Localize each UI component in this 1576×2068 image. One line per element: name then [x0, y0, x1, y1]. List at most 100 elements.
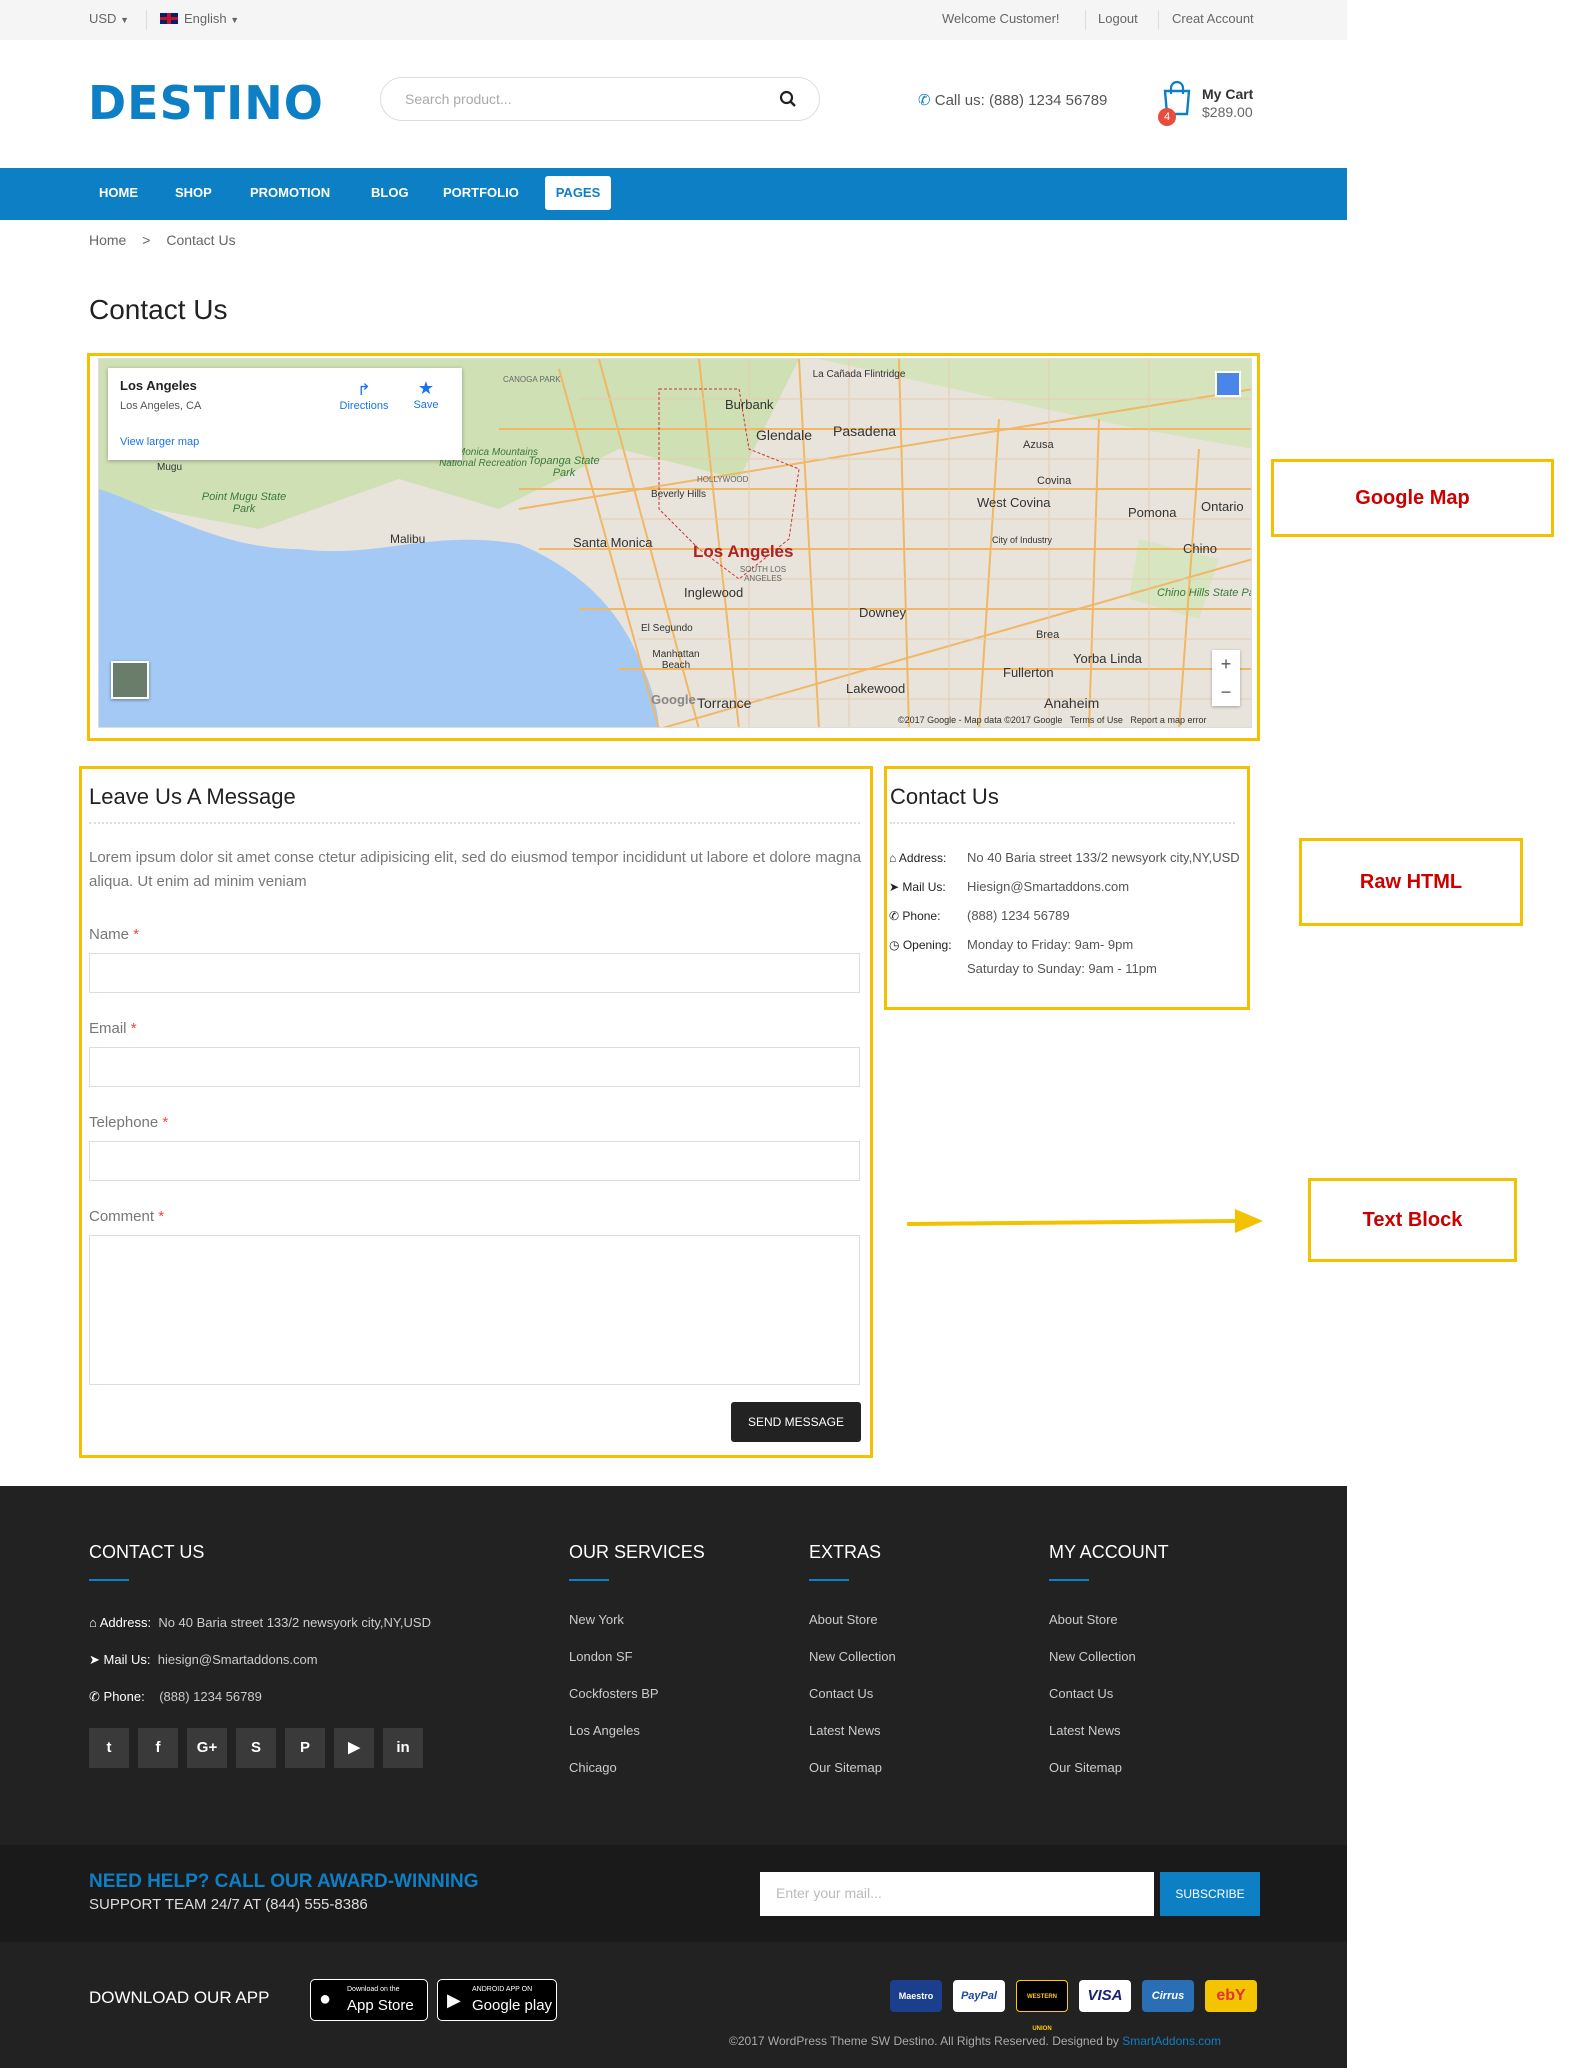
breadcrumb: Home > Contact Us	[89, 232, 236, 248]
paypal-card-icon: PayPal	[953, 1980, 1005, 2012]
phone-icon: ✆	[889, 909, 900, 923]
maestro-card-icon: Maestro	[890, 1980, 942, 2012]
phone-icon: ✆	[918, 92, 931, 109]
footer-address: ⌂ Address: No 40 Baria street 133/2 news…	[89, 1615, 431, 1630]
footer-link[interactable]: Latest News	[809, 1723, 881, 1738]
footer-mail: ➤ Mail Us: hiesign@Smartaddons.com	[89, 1652, 318, 1667]
telephone-label: Telephone *	[89, 1114, 169, 1131]
send-icon: ➤	[889, 880, 900, 894]
footer-link[interactable]: Contact Us	[809, 1686, 873, 1701]
help-heading: NEED HELP? CALL OUR AWARD-WINNING	[89, 1871, 479, 1892]
help-subheading: SUPPORT TEAM 24/7 AT (844) 555-8386	[89, 1896, 368, 1913]
linkedin-icon[interactable]: in	[383, 1728, 423, 1768]
email-field[interactable]	[89, 1047, 860, 1087]
footer-link[interactable]: About Store	[1049, 1612, 1118, 1627]
contact-phone: ✆ Phone: (888) 1234 56789	[889, 908, 1070, 923]
send-icon: ➤	[89, 1652, 100, 1667]
footer-link[interactable]: Cockfosters BP	[569, 1686, 659, 1701]
nav-home[interactable]: HOME	[99, 185, 138, 200]
telephone-field[interactable]	[89, 1141, 860, 1181]
footer-phone: ✆ Phone: (888) 1234 56789	[89, 1689, 262, 1704]
visa-card-icon: VISA	[1079, 1980, 1131, 2012]
send-message-button[interactable]: SEND MESSAGE	[731, 1402, 861, 1442]
page-title: Contact Us	[89, 294, 228, 325]
footer-link[interactable]: Latest News	[1049, 1723, 1121, 1738]
phone-icon: ✆	[89, 1689, 100, 1704]
name-field[interactable]	[89, 953, 860, 993]
comment-textarea[interactable]	[89, 1235, 860, 1385]
footer-link[interactable]: Our Sitemap	[809, 1760, 882, 1775]
annotation-text-block: Text Block	[1308, 1178, 1517, 1262]
annotation-arrow-icon	[906, 1209, 1263, 1233]
contact-mail: ➤ Mail Us: Hiesign@Smartaddons.com	[889, 879, 1130, 894]
email-label: Email *	[89, 1020, 137, 1037]
uk-flag-icon	[160, 13, 178, 24]
annotation-box-map	[87, 353, 1260, 741]
breadcrumb-current: Contact Us	[166, 232, 236, 248]
nav-shop[interactable]: SHOP	[175, 185, 212, 200]
ebay-card-icon: ebY	[1205, 1980, 1257, 2012]
page: USD ▼ English ▼ Welcome Customer! Logout…	[0, 0, 1347, 2068]
nav-portfolio[interactable]: PORTFOLIO	[443, 185, 519, 200]
cart-label[interactable]: My Cart	[1202, 86, 1253, 102]
welcome-text: Welcome Customer!	[942, 11, 1060, 26]
logout-link[interactable]: Logout	[1098, 11, 1138, 26]
language-select[interactable]: English ▼	[160, 11, 239, 26]
cart-total: $289.00	[1202, 104, 1253, 120]
contact-opening-2: Saturday to Sunday: 9am - 11pm	[967, 961, 1157, 976]
contact-opening: ◷ Opening: Monday to Friday: 9am- 9pm	[889, 937, 1134, 952]
nav-pages[interactable]: PAGES	[545, 176, 611, 210]
western-union-card-icon: WESTERN UNION	[1016, 1980, 1068, 2032]
comment-label: Comment *	[89, 1208, 165, 1225]
copyright: ©2017 WordPress Theme SW Destino. All Ri…	[729, 2034, 1221, 2048]
footer-link[interactable]: Los Angeles	[569, 1723, 640, 1738]
app-store-button[interactable]: ● Download on the App Store	[310, 1979, 428, 2021]
facebook-icon[interactable]: f	[138, 1728, 178, 1768]
pinterest-icon[interactable]: P	[285, 1728, 325, 1768]
logo[interactable]: DESTINO	[88, 76, 324, 130]
annotation-raw-html: Raw HTML	[1299, 838, 1523, 926]
footer-link[interactable]: New Collection	[809, 1649, 896, 1664]
footer-link[interactable]: Our Sitemap	[1049, 1760, 1122, 1775]
subscribe-button[interactable]: SUBSCRIBE	[1160, 1872, 1260, 1916]
youtube-icon[interactable]: ▶	[334, 1728, 374, 1768]
nav-blog[interactable]: BLOG	[371, 185, 409, 200]
footer-link[interactable]: London SF	[569, 1649, 633, 1664]
home-icon: ⌂	[89, 1615, 97, 1630]
form-intro: Lorem ipsum dolor sit amet conse ctetur …	[89, 849, 862, 890]
apple-icon: ●	[319, 1988, 332, 2010]
header-phone: ✆ Call us: (888) 1234 56789	[918, 92, 1108, 109]
breadcrumb-home[interactable]: Home	[89, 232, 126, 248]
footer-contact-title: CONTACT US	[89, 1542, 205, 1562]
footer-link[interactable]: Contact Us	[1049, 1686, 1113, 1701]
google-plus-icon[interactable]: G+	[187, 1728, 227, 1768]
footer-link[interactable]: New York	[569, 1612, 624, 1627]
footer-link[interactable]: New Collection	[1049, 1649, 1136, 1664]
currency-select[interactable]: USD ▼	[89, 11, 129, 26]
skype-icon[interactable]: S	[236, 1728, 276, 1768]
search-input[interactable]: Search product...	[380, 77, 820, 121]
cart-count-badge: 4	[1158, 108, 1176, 126]
nav-promotion[interactable]: PROMOTION	[250, 185, 330, 200]
footer-link[interactable]: About Store	[809, 1612, 878, 1627]
name-label: Name *	[89, 926, 140, 943]
create-account-link[interactable]: Creat Account	[1172, 11, 1254, 26]
footer-extras-title: EXTRAS	[809, 1542, 882, 1562]
top-bar: USD ▼ English ▼ Welcome Customer! Logout…	[0, 0, 1347, 40]
download-app-title: DOWNLOAD OUR APP	[89, 1988, 270, 2007]
newsletter-email-input[interactable]: Enter your mail...	[760, 1872, 1154, 1916]
search-icon[interactable]	[779, 90, 797, 108]
twitter-icon[interactable]: t	[89, 1728, 129, 1768]
footer-account-title: MY ACCOUNT	[1049, 1542, 1169, 1562]
annotation-google-map: Google Map	[1271, 459, 1554, 537]
home-icon: ⌂	[889, 851, 897, 865]
footer-services-title: OUR SERVICES	[569, 1542, 705, 1562]
contact-address: ⌂ Address: No 40 Baria street 133/2 newsy…	[889, 850, 1240, 865]
designer-link[interactable]: SmartAddons.com	[1122, 2034, 1221, 2048]
footer-link[interactable]: Chicago	[569, 1760, 617, 1775]
form-title: Leave Us A Message	[89, 784, 296, 809]
google-play-button[interactable]: ▶ ANDROID APP ON Google play	[437, 1979, 557, 2021]
cirrus-card-icon: Cirrus	[1142, 1980, 1194, 2012]
clock-icon: ◷	[889, 938, 900, 952]
play-icon: ▶	[447, 1990, 461, 2010]
